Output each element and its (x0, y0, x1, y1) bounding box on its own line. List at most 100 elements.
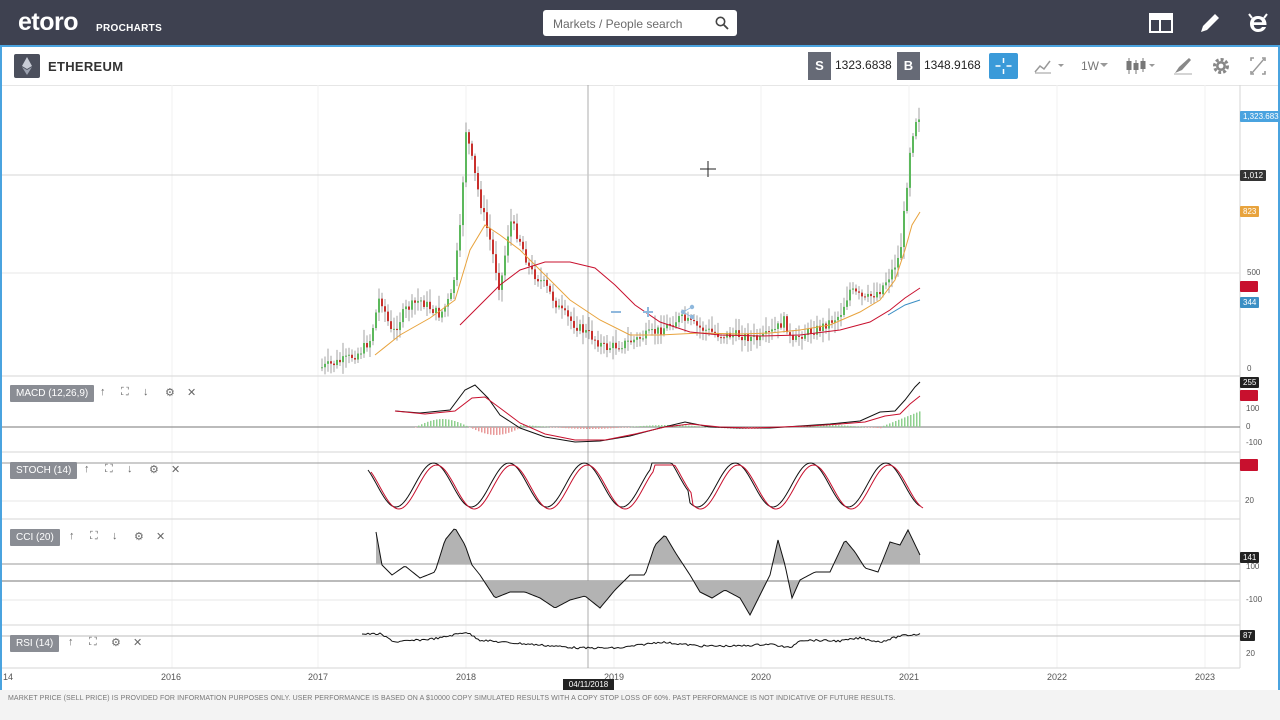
candle-body (828, 320, 830, 329)
x-axis-label: 2018 (456, 672, 477, 682)
macd-histogram-bar (532, 425, 534, 427)
close-icon[interactable]: ✕ (171, 463, 180, 476)
macd-histogram-bar (586, 427, 588, 429)
candle-body (432, 309, 434, 314)
x-axis-label: 2022 (1047, 672, 1068, 682)
candle-body (528, 262, 530, 266)
close-icon[interactable]: ✕ (187, 386, 196, 399)
candle-body (588, 330, 590, 332)
rsi-pane-label[interactable]: RSI (14) (10, 635, 60, 652)
macd-histogram-bar (460, 423, 462, 427)
gear-icon[interactable]: ⚙ (165, 386, 175, 399)
candle-body (450, 293, 452, 299)
close-icon[interactable]: ✕ (156, 530, 165, 543)
macd-histogram-bar (706, 426, 708, 428)
candle-body (744, 333, 746, 341)
zoom-in-icon[interactable] (638, 302, 658, 322)
move-up-icon[interactable]: ↑ (68, 636, 74, 648)
macd-histogram-bar (481, 427, 483, 433)
cci-pane-label[interactable]: CCI (20) (10, 529, 60, 546)
maximize-icon[interactable]: ⛶ (89, 636, 97, 649)
move-up-icon[interactable]: ↑ (100, 386, 106, 398)
candle-body (882, 285, 884, 295)
ma-slow-badge (1240, 281, 1258, 292)
macd-histogram-bar (610, 427, 612, 429)
candle-body (630, 340, 632, 343)
maximize-icon[interactable]: ⛶ (121, 386, 129, 399)
candle-body (771, 329, 773, 332)
macd-histogram-bar (688, 425, 690, 427)
macd-histogram-bar (856, 426, 858, 427)
candle-body (783, 316, 785, 328)
candle-body (639, 337, 641, 339)
candle-body (708, 328, 710, 330)
candle-body (837, 316, 839, 321)
candle-body (876, 292, 878, 298)
macd-histogram-bar (910, 415, 912, 427)
macd-histogram-bar (628, 427, 630, 428)
candle-body (849, 289, 851, 301)
close-icon[interactable]: ✕ (133, 636, 142, 649)
candle-body (597, 340, 599, 347)
move-down-icon[interactable]: ↓ (143, 386, 149, 398)
gear-icon[interactable]: ⚙ (111, 636, 121, 649)
stoch-k-line (367, 462, 921, 508)
candle-body (546, 279, 548, 286)
macd-histogram-bar (832, 425, 834, 427)
candle-body (426, 301, 428, 307)
candle-body (777, 323, 779, 329)
candle-body (408, 306, 410, 310)
move-down-icon[interactable]: ↓ (112, 530, 118, 542)
move-down-icon[interactable]: ↓ (127, 463, 133, 475)
candle-body (774, 328, 776, 330)
candle-body (720, 337, 722, 339)
stoch-pane-label[interactable]: STOCH (14) (10, 462, 78, 479)
candle-body (873, 296, 875, 298)
zoom-out-icon[interactable] (606, 302, 626, 322)
macd-signal-badge (1240, 390, 1258, 401)
candle-body (321, 367, 323, 369)
macd-histogram-bar (598, 427, 600, 429)
macd-histogram-bar (493, 427, 495, 435)
macd-histogram-bar (430, 420, 432, 427)
macd-histogram-bar (661, 425, 663, 427)
macd-histogram-bar (427, 421, 429, 427)
candle-body (633, 339, 635, 343)
candlestick-series (321, 107, 920, 375)
candle-body (456, 250, 458, 280)
move-up-icon[interactable]: ↑ (69, 530, 75, 542)
macd-histogram-bar (850, 425, 852, 427)
candle-body (780, 323, 782, 328)
candle-body (888, 279, 890, 283)
move-up-icon[interactable]: ↑ (84, 463, 90, 475)
maximize-icon[interactable]: ⛶ (90, 530, 98, 543)
candle-body (618, 348, 620, 350)
macd-pane-label[interactable]: MACD (12,26,9) (10, 385, 95, 402)
candle-body (603, 342, 605, 344)
share-icon[interactable] (678, 302, 698, 322)
candle-body (723, 337, 725, 339)
candle-body (810, 328, 812, 334)
candle-body (789, 332, 791, 336)
candle-body (411, 300, 413, 310)
macd-histogram-bar (652, 425, 654, 427)
candle-body (798, 335, 800, 337)
candle-body (483, 208, 485, 213)
candle-body (915, 121, 917, 137)
candle-body (564, 308, 566, 311)
macd-histogram-bar (547, 426, 549, 428)
maximize-icon[interactable]: ⛶ (105, 463, 113, 476)
macd-histogram-bar (655, 425, 657, 427)
candle-body (507, 236, 509, 256)
price-chart-canvas[interactable] (0, 0, 1280, 690)
candle-body (375, 312, 377, 329)
candle-body (600, 342, 602, 347)
macd-histogram-bar (508, 427, 510, 433)
candle-body (801, 336, 803, 339)
macd-histogram-bar (658, 425, 660, 427)
macd-histogram-bar (442, 419, 444, 427)
gear-icon[interactable]: ⚙ (149, 463, 159, 476)
candle-body (414, 300, 416, 303)
gear-icon[interactable]: ⚙ (134, 530, 144, 543)
macd-tick-0: 0 (1246, 422, 1251, 431)
